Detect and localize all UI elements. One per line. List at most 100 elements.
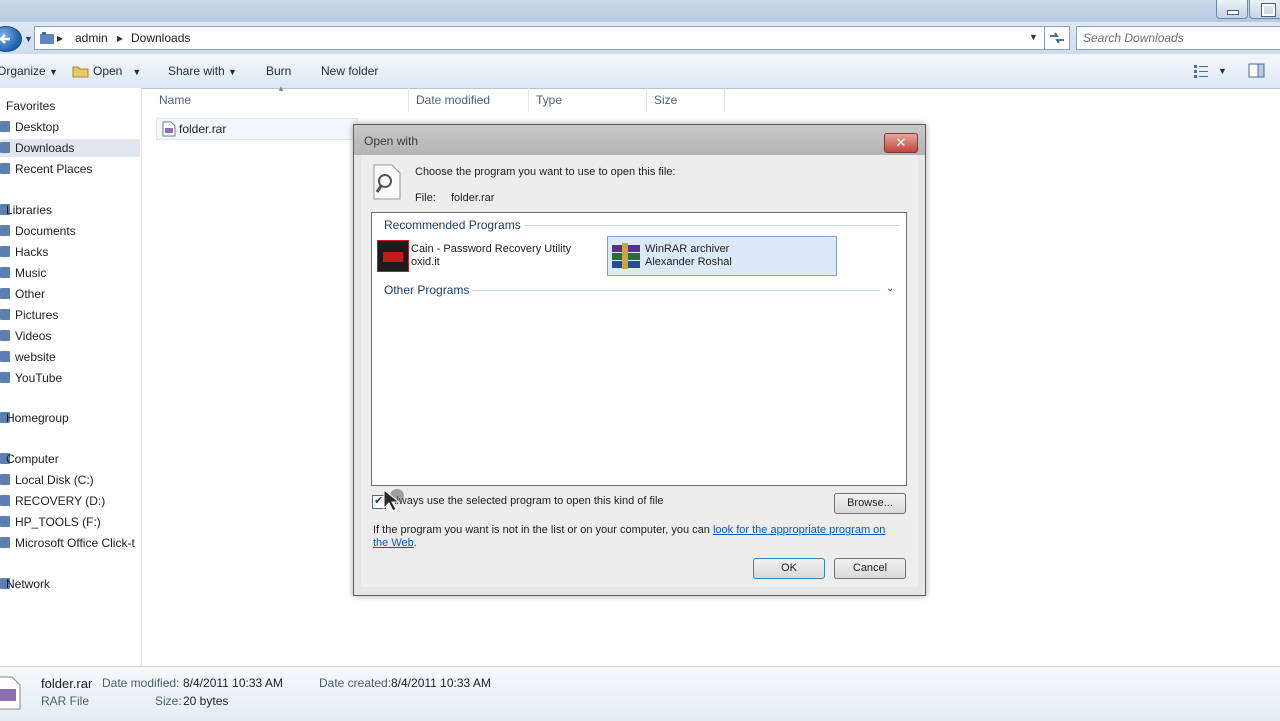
nav-item-youtube[interactable]: YouTube: [15, 371, 62, 385]
nav-libraries[interactable]: Libraries: [6, 203, 52, 217]
dialog-title: Open with: [364, 134, 419, 148]
expand-chevron-icon[interactable]: ⌄: [886, 283, 894, 294]
nav-item-other[interactable]: Other: [15, 287, 45, 301]
details-date-created-label: Date created:: [319, 676, 392, 690]
nav-item-videos[interactable]: Videos: [15, 329, 51, 343]
minimize-button[interactable]: [1216, 0, 1248, 19]
column-divider[interactable]: [408, 88, 409, 112]
nav-computer[interactable]: Computer: [6, 452, 59, 466]
nav-item-pictures[interactable]: Pictures: [15, 308, 58, 322]
column-header-type[interactable]: Type: [536, 93, 562, 107]
drive-icon: [0, 537, 10, 548]
cain-app-icon: [377, 240, 409, 272]
search-placeholder: Search Downloads: [1083, 31, 1184, 45]
always-use-label[interactable]: Always use the selected program to open …: [389, 495, 664, 507]
preview-pane-icon[interactable]: [1248, 63, 1266, 79]
column-header-name[interactable]: Name: [159, 93, 191, 107]
address-history-dropdown-icon[interactable]: ▼: [1029, 32, 1038, 42]
group-divider: [472, 290, 880, 291]
library-folder-icon: [0, 288, 10, 299]
column-divider[interactable]: [646, 88, 647, 112]
nav-item-recovery[interactable]: RECOVERY (D:): [15, 494, 105, 508]
column-header-date-modified[interactable]: Date modified: [416, 93, 490, 107]
change-view-icon[interactable]: [1193, 64, 1209, 78]
nav-item-documents[interactable]: Documents: [15, 224, 76, 238]
sort-ascending-icon: ▲: [277, 84, 285, 93]
view-options-dropdown-icon[interactable]: ▼: [1218, 66, 1227, 76]
column-header-size[interactable]: Size: [654, 93, 677, 107]
details-date-modified-value: 8/4/2011 10:33 AM: [183, 676, 283, 690]
nav-item-office-click-to-run[interactable]: Microsoft Office Click-t: [15, 536, 135, 550]
library-folder-icon: [0, 246, 10, 257]
dialog-prompt: Choose the program you want to use to op…: [415, 166, 676, 178]
breadcrumb-admin[interactable]: admin: [75, 31, 108, 45]
browse-button[interactable]: Browse...: [834, 493, 906, 514]
file-row[interactable]: folder.rar: [156, 118, 358, 140]
downloads-icon: [0, 142, 10, 153]
program-cain[interactable]: Cain - Password Recovery Utility oxid.it: [376, 238, 602, 274]
refresh-button[interactable]: [1044, 26, 1070, 50]
breadcrumb-downloads[interactable]: Downloads: [131, 31, 190, 45]
program-winrar[interactable]: WinRAR archiver Alexander Roshal: [607, 236, 837, 276]
organize-button[interactable]: Organize ▼: [0, 64, 58, 78]
close-icon: ✕: [895, 135, 907, 150]
maximize-button[interactable]: [1249, 0, 1280, 19]
nav-item-hp-tools[interactable]: HP_TOOLS (F:): [15, 515, 101, 529]
recommended-programs-header[interactable]: Recommended Programs: [384, 218, 521, 232]
open-button[interactable]: Open ▼: [93, 64, 141, 78]
dialog-title-bar[interactable]: Open with ✕: [354, 125, 925, 155]
desktop-icon: [0, 121, 10, 132]
program-publisher: oxid.it: [411, 256, 440, 268]
ok-button[interactable]: OK: [753, 558, 825, 579]
rar-file-large-icon: [0, 676, 21, 710]
nav-item-local-disk[interactable]: Local Disk (C:): [15, 473, 94, 487]
organize-label: Organize: [0, 64, 46, 78]
nav-item-hacks[interactable]: Hacks: [15, 245, 48, 259]
nav-item-downloads[interactable]: Downloads: [15, 141, 74, 155]
nav-homegroup[interactable]: Homegroup: [6, 411, 69, 425]
group-divider: [524, 225, 899, 226]
column-divider[interactable]: [528, 88, 529, 112]
share-with-button[interactable]: Share with ▼: [168, 64, 237, 78]
documents-icon: [0, 225, 10, 236]
programs-list[interactable]: Recommended Programs Cain - Password Rec…: [371, 212, 907, 486]
music-icon: [0, 267, 10, 278]
refresh-icon: [1050, 32, 1064, 44]
dialog-body: Choose the program you want to use to op…: [361, 155, 918, 587]
back-button[interactable]: [0, 26, 22, 52]
details-size-label: Size:: [155, 694, 182, 708]
open-label: Open: [93, 64, 123, 78]
details-date-created-value: 8/4/2011 10:33 AM: [391, 676, 491, 690]
cancel-button[interactable]: Cancel: [834, 558, 906, 579]
address-bar[interactable]: ▸ admin ▸ Downloads ▼: [34, 26, 1046, 50]
program-name: WinRAR archiver: [645, 243, 730, 255]
pictures-icon: [0, 309, 10, 320]
folder-location-icon: [40, 32, 54, 44]
burn-button[interactable]: Burn: [266, 64, 291, 78]
nav-item-desktop[interactable]: Desktop: [15, 120, 59, 134]
nav-network[interactable]: Network: [6, 577, 50, 591]
back-arrow-icon: [0, 34, 10, 44]
nav-item-recent-places[interactable]: Recent Places: [15, 162, 92, 176]
minimize-icon: [1227, 10, 1239, 15]
dialog-close-button[interactable]: ✕: [884, 133, 918, 153]
nav-item-music[interactable]: Music: [15, 266, 46, 280]
column-divider[interactable]: [724, 88, 725, 112]
details-size-value: 20 bytes: [183, 694, 229, 708]
nav-favorites[interactable]: Favorites: [6, 99, 55, 113]
search-input[interactable]: Search Downloads: [1076, 26, 1280, 50]
breadcrumb-separator-icon[interactable]: ▸: [117, 31, 123, 45]
drive-icon: [0, 516, 10, 527]
open-with-dialog: Open with ✕ Choose the program you want …: [353, 124, 926, 596]
details-date-modified-label: Date modified:: [102, 676, 180, 690]
library-folder-icon: [0, 351, 10, 362]
new-folder-button[interactable]: New folder: [321, 64, 378, 78]
recent-pages-dropdown-icon[interactable]: ▼: [24, 34, 33, 44]
details-pane: folder.rar RAR File Date modified: 8/4/2…: [0, 666, 1280, 721]
details-file-name: folder.rar: [41, 676, 93, 691]
command-toolbar: Organize ▼ Open ▼ Share with ▼ Burn New …: [0, 54, 1280, 89]
dropdown-arrow-icon: ▼: [132, 67, 142, 77]
breadcrumb-separator-icon[interactable]: ▸: [57, 31, 63, 45]
nav-item-website[interactable]: website: [15, 350, 56, 364]
other-programs-header[interactable]: Other Programs: [384, 283, 469, 297]
